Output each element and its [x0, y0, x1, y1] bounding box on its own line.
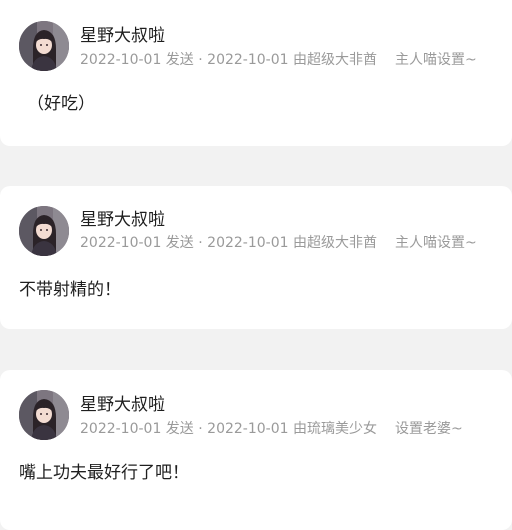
set-by: 2022-10-01 由超级大非酋 [207, 52, 377, 68]
set-by: 2022-10-01 由超级大非酋 [207, 235, 377, 251]
comment-text: （好吃） [27, 94, 95, 114]
avatar-image-icon [19, 21, 69, 71]
set-by: 2022-10-01 由琉璃美少女 [207, 421, 377, 437]
setting-label: 设置老婆~ [394, 421, 463, 437]
setting-label: 主人喵设置~ [394, 52, 477, 68]
username[interactable]: 星野大叔啦 [80, 26, 165, 46]
comment-meta: 2022-10-01 发送 · 2022-10-01 由超级大非酋 主人喵设置~ [80, 52, 477, 68]
comment-meta: 2022-10-01 发送 · 2022-10-01 由琉璃美少女 设置老婆~ [80, 421, 463, 437]
sent-date: 2022-10-01 发送 [80, 421, 194, 437]
avatar-image-icon [19, 206, 69, 256]
comment-card: 星野大叔啦 2022-10-01 发送 · 2022-10-01 由琉璃美少女设… [0, 370, 512, 530]
comment-card: 星野大叔啦 2022-10-01 发送 · 2022-10-01 由超级大非酋主… [0, 186, 512, 329]
username[interactable]: 星野大叔啦 [80, 395, 165, 415]
sent-date: 2022-10-01 发送 [80, 235, 194, 251]
avatar-image-icon [19, 390, 69, 440]
avatar[interactable] [19, 206, 69, 256]
comment-text: 不带射精的！ [19, 280, 121, 300]
username[interactable]: 星野大叔啦 [80, 210, 165, 230]
comment-meta: 2022-10-01 发送 · 2022-10-01 由超级大非酋 主人喵设置~ [80, 235, 477, 251]
comment-text: 嘴上功夫最好行了吧！ [19, 463, 189, 483]
avatar[interactable] [19, 21, 69, 71]
comment-card: 星野大叔啦 2022-10-01 发送 · 2022-10-01 由超级大非酋主… [0, 0, 512, 146]
sent-date: 2022-10-01 发送 [80, 52, 194, 68]
setting-label: 主人喵设置~ [394, 235, 477, 251]
avatar[interactable] [19, 390, 69, 440]
